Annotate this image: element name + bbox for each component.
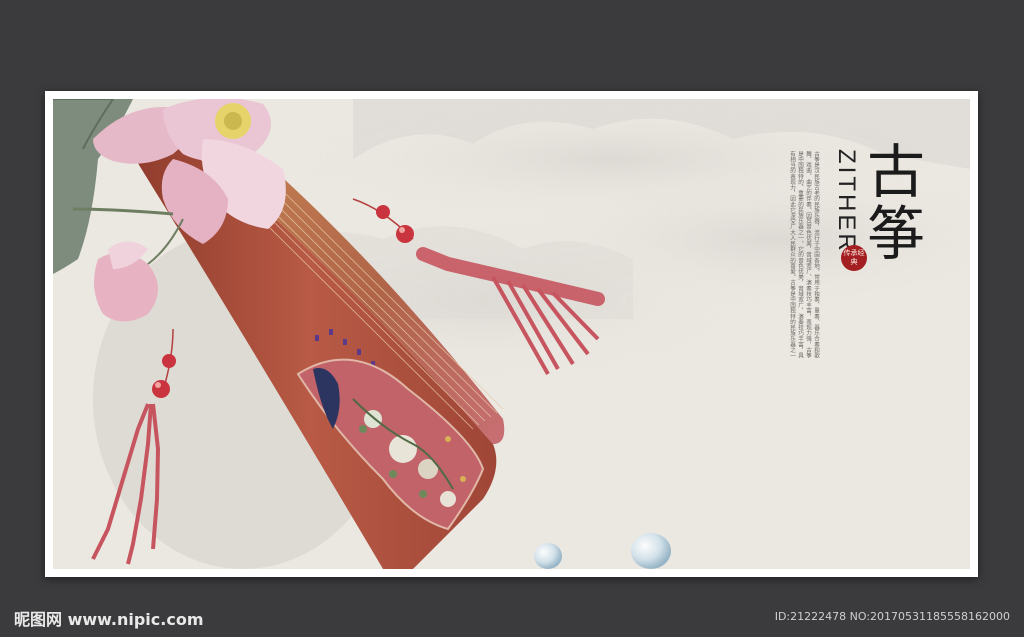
glass-bead-icon bbox=[534, 533, 671, 569]
poster: 古筝是汉民族古老的民族乐器，流行于中国各地。常用于独奏、重奏、器乐合奏和歌舞、戏… bbox=[53, 99, 970, 569]
description-text: 古筝是汉民族古老的民族乐器，流行于中国各地。常用于独奏、重奏、器乐合奏和歌舞、戏… bbox=[789, 151, 819, 359]
site-logo: 昵图网 www.nipic.com bbox=[14, 610, 204, 629]
title-english: ZITHER bbox=[833, 149, 860, 254]
seal-stamp: 传承经典 bbox=[841, 245, 867, 271]
watermark-footer: 昵图网 www.nipic.com ID:21222478 NO:2017053… bbox=[0, 595, 1024, 637]
image-id-text: ID:21222478 NO:20170531185558162000 bbox=[774, 610, 1010, 623]
poster-frame: 古筝是汉民族古老的民族乐器，流行于中国各地。常用于独奏、重奏、器乐合奏和歌舞、戏… bbox=[45, 91, 978, 577]
title-chinese: 古筝 bbox=[857, 141, 925, 265]
